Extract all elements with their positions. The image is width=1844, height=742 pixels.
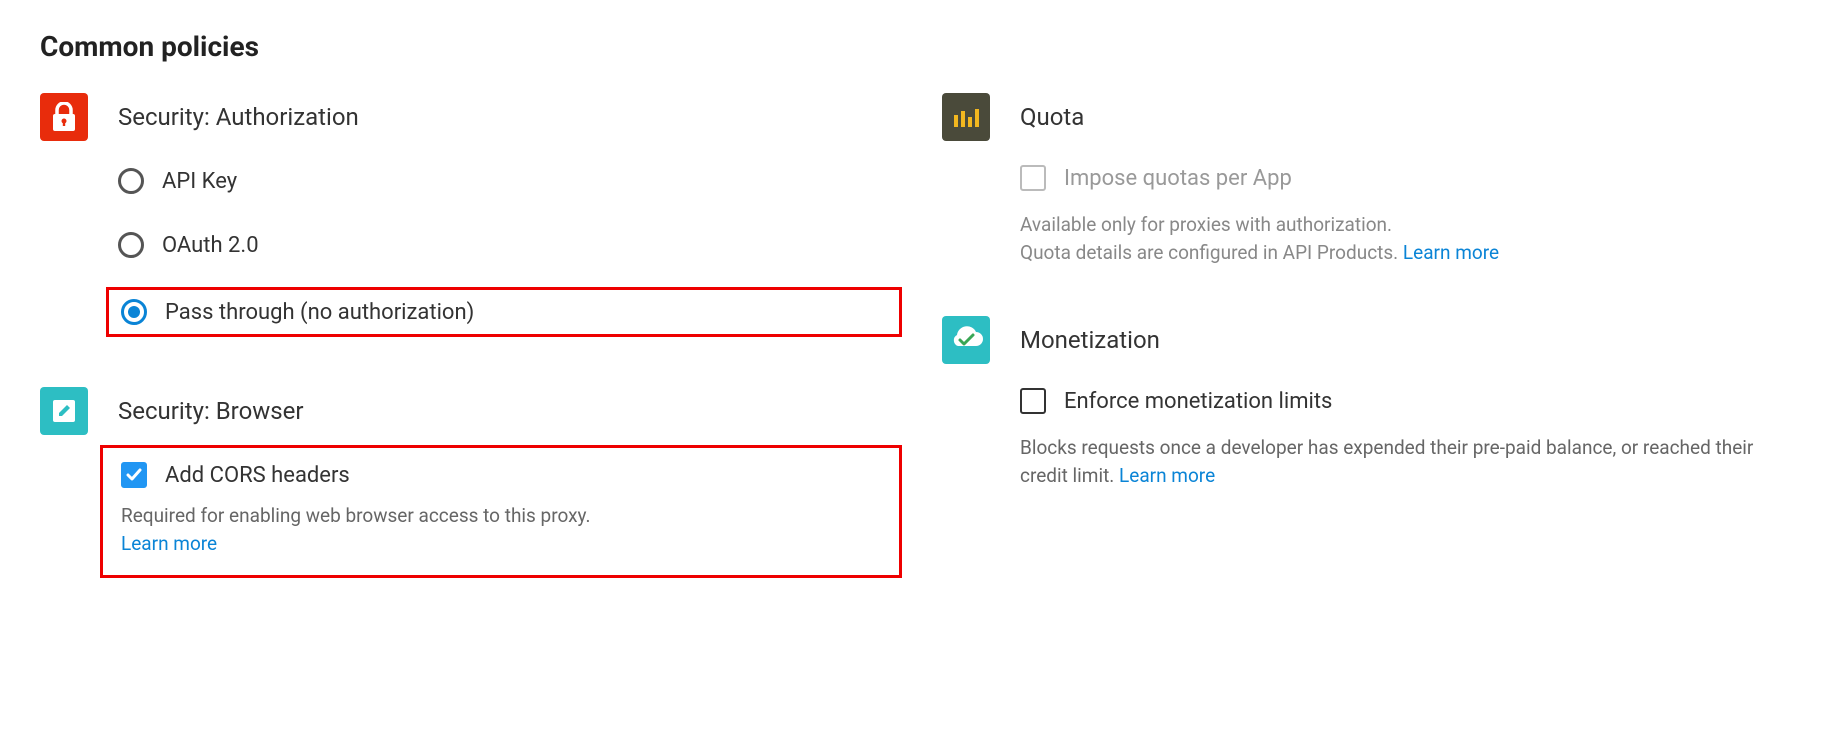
quota-title: Quota — [1020, 103, 1084, 131]
security-browser-section: Security: Browser Add CORS headers Requi… — [40, 387, 902, 578]
radio-label-oauth: OAuth 2.0 — [162, 233, 259, 258]
radio-label-api-key: API Key — [162, 169, 237, 194]
radio-icon — [121, 299, 147, 325]
checkbox-icon — [121, 462, 147, 488]
checkbox-icon — [1020, 165, 1046, 191]
security-auth-title: Security: Authorization — [118, 103, 359, 131]
monetization-checkbox-label: Enforce monetization limits — [1064, 389, 1332, 414]
cors-label: Add CORS headers — [165, 463, 350, 488]
security-browser-title: Security: Browser — [118, 397, 304, 425]
cors-help-text: Required for enabling web browser access… — [121, 504, 591, 527]
quota-help-line2: Quota details are configured in API Prod… — [1020, 241, 1398, 264]
lock-icon — [40, 93, 88, 141]
checkbox-icon — [1020, 388, 1046, 414]
security-authorization-section: Security: Authorization API Key OAuth 2.… — [40, 93, 902, 337]
quota-section: Quota Impose quotas per App Available on… — [942, 93, 1804, 266]
quota-checkbox-label: Impose quotas per App — [1064, 166, 1292, 191]
checkbox-monetization[interactable]: Enforce monetization limits — [1020, 388, 1804, 414]
monetization-title: Monetization — [1020, 326, 1160, 354]
quota-learn-more-link[interactable]: Learn more — [1403, 241, 1499, 264]
bars-icon — [942, 93, 990, 141]
cors-learn-more-link[interactable]: Learn more — [121, 532, 217, 555]
checkbox-cors[interactable]: Add CORS headers — [121, 462, 881, 488]
quota-help-line1: Available only for proxies with authoriz… — [1020, 213, 1392, 236]
monetization-learn-more-link[interactable]: Learn more — [1119, 464, 1215, 487]
radio-icon — [118, 232, 144, 258]
radio-label-passthrough: Pass through (no authorization) — [165, 300, 474, 325]
radio-passthrough[interactable]: Pass through (no authorization) — [106, 287, 902, 337]
radio-icon — [118, 168, 144, 194]
monetization-section: Monetization Enforce monetization limits… — [942, 316, 1804, 489]
checkbox-quota: Impose quotas per App — [1020, 165, 1804, 191]
radio-api-key[interactable]: API Key — [106, 159, 902, 203]
page-title: Common policies — [40, 30, 1804, 63]
cloud-check-icon — [942, 316, 990, 364]
radio-oauth[interactable]: OAuth 2.0 — [106, 223, 902, 267]
cors-highlight: Add CORS headers Required for enabling w… — [100, 445, 902, 578]
pencil-icon — [40, 387, 88, 435]
